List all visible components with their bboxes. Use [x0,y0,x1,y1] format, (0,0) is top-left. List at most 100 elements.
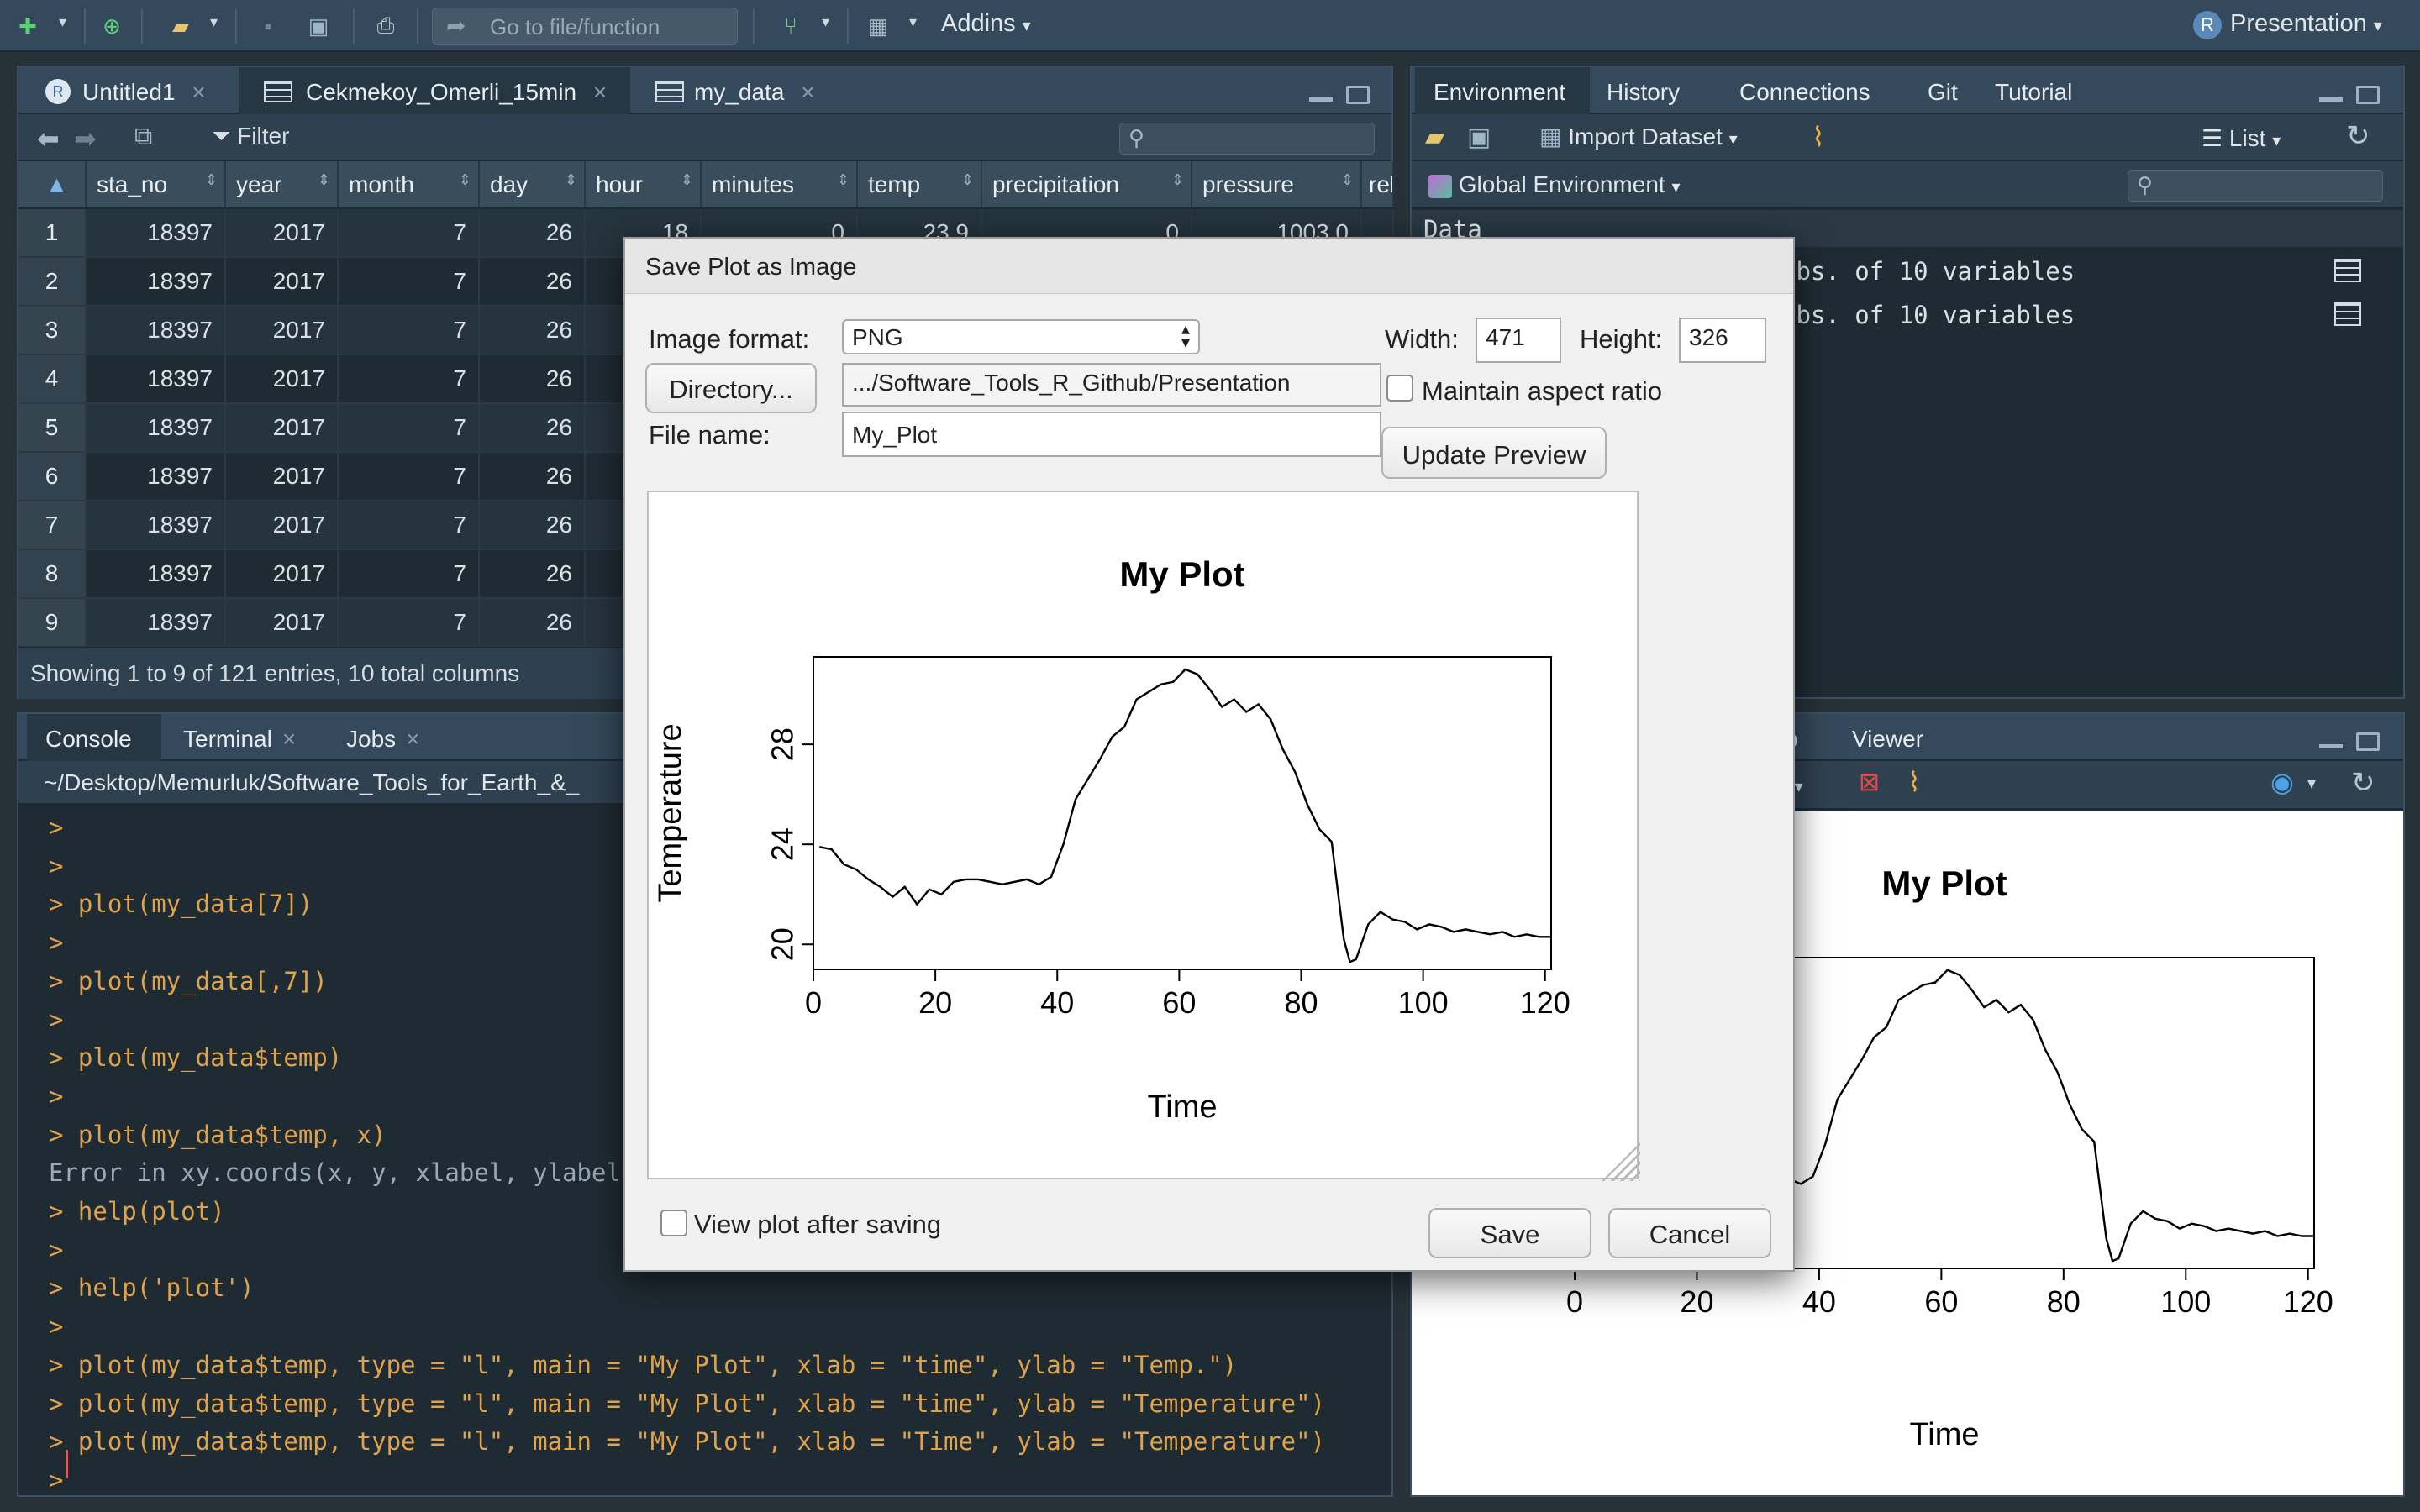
import-dataset-label: Import Dataset [1568,123,1723,150]
column-header-precipitation[interactable]: precipitation ⇕ [981,161,1192,209]
project-menu[interactable]: R Presentation ▾ [2193,10,2382,39]
save-button[interactable]: Save [1428,1208,1591,1258]
list-view-dropdown[interactable]: ☰ List ▾ [2202,124,2281,152]
save-workspace-icon[interactable]: ▣ [1467,123,1491,152]
column-header-sta-no[interactable]: sta_no ⇕ [86,161,226,209]
sort-icon: ⇕ [204,171,218,188]
tab-connections[interactable]: Connections [1724,67,1909,114]
tab-label: Viewer [1852,726,1924,752]
minimize-pane-icon[interactable] [1309,97,1333,102]
column-header-minutes[interactable]: minutes ⇕ [701,161,858,209]
environment-scope-label: Global Environment [1458,171,1665,197]
minimize-pane-icon[interactable] [2319,744,2343,748]
working-directory-path[interactable]: ~/Desktop/Memurluk/Software_Tools_for_Ea… [44,769,579,796]
cancel-button[interactable]: Cancel [1608,1208,1771,1258]
pane-layout-icon[interactable]: ▦ [862,10,894,42]
broom-icon[interactable]: ⌇ [1907,766,1921,798]
grid-status-text: Showing 1 to 9 of 121 entries, 10 total … [30,660,520,686]
refresh-icon[interactable]: ↻ [2351,766,2375,800]
chevron-down-icon: ▾ [2373,17,2382,35]
view-table-icon[interactable] [2334,259,2361,282]
width-input[interactable]: 471 [1476,318,1561,363]
console-line: > plot(my_data$temp, x) [49,1121,387,1149]
tab-viewer[interactable]: Viewer [1837,714,1946,761]
go-to-file-input[interactable]: ➦ Go to file/function [432,8,738,45]
version-control-chevron-down-icon[interactable]: ▾ [822,13,829,31]
publish-icon[interactable]: ◉ [2270,766,2294,798]
column-header-pressure[interactable]: pressure ⇕ [1192,161,1362,209]
tab-terminal[interactable]: Terminal × [166,714,323,761]
column-header-day[interactable]: day ⇕ [479,161,586,209]
open-folder-icon[interactable]: ▰ [165,10,197,42]
row-number: 5 [18,403,87,453]
forward-arrow-icon[interactable]: ➡ [74,123,97,155]
close-icon[interactable]: × [192,79,205,105]
x-tick-label: 120 [1520,985,1570,1020]
column-header-year[interactable]: year ⇕ [225,161,339,209]
directory-button[interactable]: Directory... [645,363,817,413]
remove-plot-icon[interactable]: ⊠ [1859,768,1880,797]
console-line: > [49,852,63,880]
view-after-saving-checkbox[interactable] [660,1210,687,1236]
pane-layout-chevron-down-icon[interactable]: ▾ [909,13,917,31]
data-search-input[interactable]: ⚲ [1119,123,1375,155]
maximize-pane-icon[interactable] [2356,86,2380,104]
new-file-chevron-down-icon[interactable]: ▾ [59,13,66,31]
table-cell-day: 26 [479,549,586,599]
import-dataset-button[interactable]: ▦ Import Dataset ▾ [1539,123,1738,150]
file-name-input[interactable]: My_Plot [842,412,1381,457]
new-project-icon[interactable]: ⊕ [96,10,128,42]
tab-tutorial[interactable]: Tutorial [1980,67,2106,114]
tab-git[interactable]: Git [1912,67,1976,114]
var-description: obs. of 10 variables [1781,301,2075,329]
load-workspace-icon[interactable]: ▰ [1425,123,1444,152]
console-prompt: > [49,890,64,919]
tab-my-data[interactable]: my_data × [635,67,829,114]
column-header-label: day [490,171,529,197]
update-preview-button[interactable]: Update Preview [1381,427,1607,479]
tab-jobs[interactable]: Jobs × [329,714,447,761]
broom-icon[interactable]: ⌇ [1812,121,1825,153]
maximize-pane-icon[interactable] [1346,86,1370,104]
column-header-rel[interactable]: rel [1361,161,1394,209]
column-header-hour[interactable]: hour ⇕ [585,161,702,209]
tab-cekmekoy-omerli-15min[interactable]: Cekmekoy_Omerli_15min × [239,67,630,114]
save-all-icon[interactable]: ▣ [302,10,334,42]
close-icon[interactable]: × [801,79,814,105]
column-header-month[interactable]: month ⇕ [338,161,480,209]
view-table-icon[interactable] [2334,302,2361,326]
print-icon[interactable]: ⎙ [370,10,402,42]
new-file-icon[interactable]: ✚ [12,10,44,42]
save-icon[interactable]: ▪ [252,10,284,42]
close-icon[interactable]: × [282,726,296,752]
close-icon[interactable]: × [593,79,607,105]
open-in-window-icon[interactable]: ⧉ [134,123,152,151]
row-number-header[interactable]: ▲ [18,161,87,209]
x-axis-label: Time [1147,1089,1217,1125]
open-folder-chevron-down-icon[interactable]: ▾ [210,13,218,31]
version-control-icon[interactable]: ⑂ [775,10,807,42]
back-arrow-icon[interactable]: ⬅ [37,123,60,155]
tab-history[interactable]: History [1591,67,1718,114]
environment-search-input[interactable]: ⚲ [2128,170,2383,202]
column-header-temp[interactable]: temp ⇕ [857,161,982,209]
filter-button[interactable]: ⏷ Filter [212,123,289,150]
publish-chevron-down-icon[interactable]: ▾ [2307,773,2316,794]
table-cell-year: 2017 [225,549,339,599]
refresh-icon[interactable]: ↻ [2346,119,2370,153]
minimize-pane-icon[interactable] [2319,97,2343,102]
tab-console[interactable]: Console [27,714,161,761]
height-input[interactable]: 326 [1679,318,1766,363]
console-command: plot(my_data$temp) [63,1043,343,1073]
close-icon[interactable]: × [406,726,419,752]
addins-menu[interactable]: Addins ▾ [941,10,1031,38]
image-format-select[interactable]: PNG ▴ ▾ [842,319,1200,354]
maximize-pane-icon[interactable] [2356,732,2380,751]
tab-untitled1[interactable]: R Untitled1 × [27,67,235,114]
table-cell-year: 2017 [225,598,339,648]
tab-environment[interactable]: Environment [1415,67,1590,114]
toolbar-divider [753,8,755,44]
global-environment-dropdown[interactable]: Global Environment ▾ [1428,171,1681,198]
table-cell-day: 26 [479,306,586,355]
maintain-aspect-ratio-checkbox[interactable] [1386,375,1413,402]
